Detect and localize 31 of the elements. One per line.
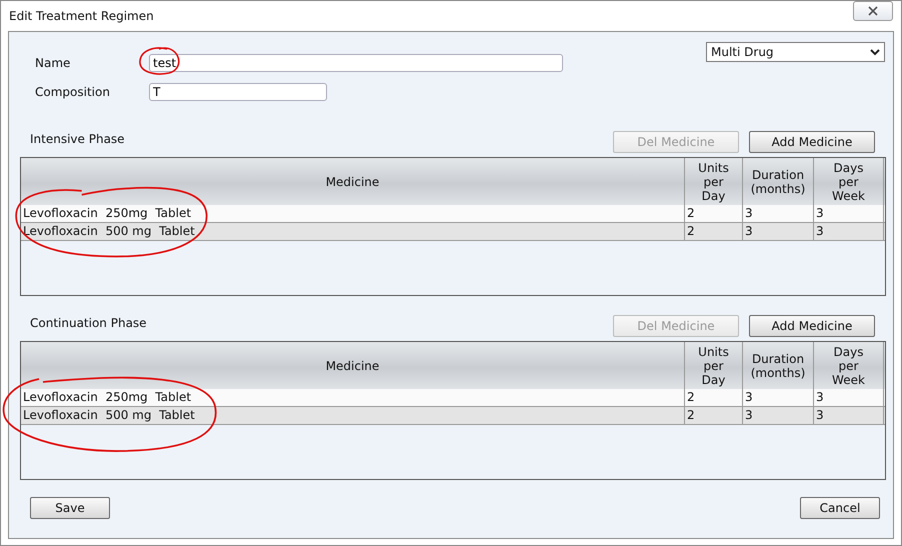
- table-cell: 3: [814, 407, 884, 424]
- phase-title: Intensive Phase: [29, 132, 125, 146]
- regimen-type-dropdown[interactable]: Multi Drug: [706, 42, 885, 62]
- table-cell: Levofloxacin 500 mg Tablet: [21, 407, 685, 424]
- composition-field[interactable]: T: [149, 83, 327, 101]
- medicine-button[interactable]: Add Medicine: [749, 315, 875, 337]
- close-button[interactable]: [853, 1, 893, 21]
- table-cell: Levofloxacin 250mg Tablet: [21, 205, 685, 222]
- close-icon: [868, 6, 878, 16]
- table-cell: 2: [685, 407, 743, 424]
- name-field[interactable]: test: [149, 54, 563, 72]
- table-cell: 3: [743, 205, 814, 222]
- table-cell: 3: [814, 205, 884, 222]
- table-cell: 3: [743, 389, 814, 406]
- name-label: Name: [34, 56, 72, 70]
- dialog-button[interactable]: Save: [30, 497, 110, 519]
- table-cell: 3: [743, 223, 814, 240]
- table-cell: 3: [814, 389, 884, 406]
- table-cell: 2: [685, 389, 743, 406]
- medicine-button[interactable]: Add Medicine: [749, 131, 875, 153]
- phase-title: Continuation Phase: [29, 316, 147, 330]
- table-cell: Levofloxacin 250mg Tablet: [21, 389, 685, 406]
- table-cell: Levofloxacin 500 mg Tablet: [21, 223, 685, 240]
- composition-label: Composition: [34, 85, 111, 99]
- table-cell: 2: [685, 205, 743, 222]
- window-title: Edit Treatment Regimen: [9, 9, 154, 23]
- table-cell: 3: [814, 223, 884, 240]
- dialog-button[interactable]: Cancel: [800, 497, 880, 519]
- table-cell: 2: [685, 223, 743, 240]
- chevron-down-icon: [870, 48, 880, 56]
- table-cell: 3: [743, 407, 814, 424]
